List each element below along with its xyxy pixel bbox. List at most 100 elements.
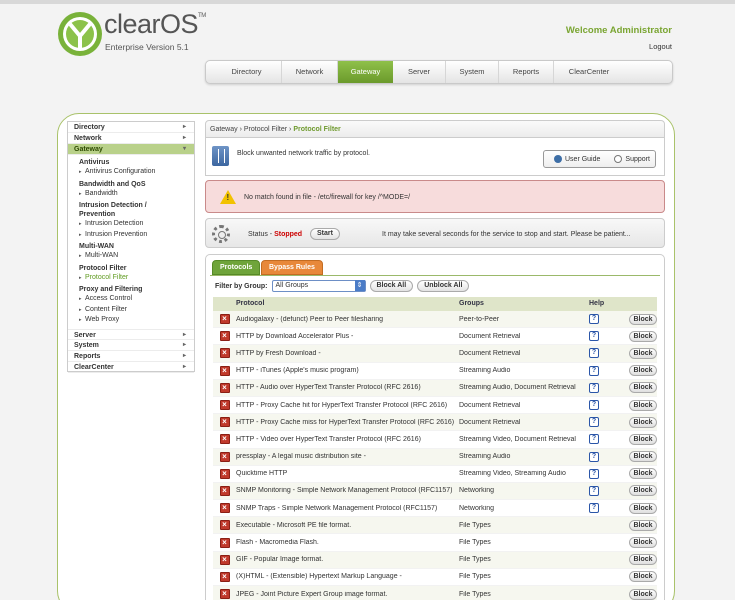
- delete-icon[interactable]: ×: [219, 503, 230, 514]
- sidebar-link-intrusion-prevention[interactable]: Intrusion Prevention: [79, 230, 194, 241]
- unblock-all-button[interactable]: Unblock All: [417, 280, 470, 292]
- user-guide-button[interactable]: User Guide: [554, 155, 600, 163]
- row-groups: File Types: [459, 539, 491, 547]
- nav-system[interactable]: System: [446, 61, 499, 83]
- block-button[interactable]: Block: [629, 468, 657, 480]
- help-icon[interactable]: ?: [589, 451, 599, 462]
- delete-icon[interactable]: ×: [219, 485, 230, 496]
- chevron-right-icon: ▸: [182, 124, 186, 130]
- delete-icon[interactable]: ×: [219, 451, 230, 462]
- nav-reports[interactable]: Reports: [499, 61, 554, 83]
- block-button[interactable]: Block: [629, 571, 657, 583]
- block-button[interactable]: Block: [629, 519, 657, 531]
- block-button[interactable]: Block: [629, 416, 657, 428]
- sidebar-link-protocol-filter[interactable]: Protocol Filter: [79, 273, 194, 284]
- table-row: × HTTP by Download Accelerator Plus - Docu…: [213, 328, 657, 346]
- status-value: Stopped: [274, 231, 303, 238]
- delete-icon[interactable]: ×: [219, 520, 230, 531]
- table-row: × (X)HTML - (Extensible) Hypertext Markup…: [213, 568, 657, 586]
- table-row: × HTTP - Proxy Cache miss for HyperText T…: [213, 414, 657, 432]
- delete-icon[interactable]: ×: [219, 417, 230, 428]
- help-icon[interactable]: ?: [589, 382, 599, 393]
- block-button[interactable]: Block: [629, 451, 657, 463]
- sidebar-link-web-proxy[interactable]: Web Proxy: [79, 315, 194, 326]
- block-button[interactable]: Block: [629, 485, 657, 497]
- sidebar-link-content-filter[interactable]: Content Filter: [79, 305, 194, 316]
- table-row: × HTTP by Fresh Download - Document Retrie…: [213, 345, 657, 363]
- block-button[interactable]: Block: [629, 588, 657, 600]
- block-button[interactable]: Block: [629, 365, 657, 377]
- sidebar-link-bandwidth[interactable]: Bandwidth: [79, 189, 194, 200]
- block-button[interactable]: Block: [629, 313, 657, 325]
- sidebar-item-network[interactable]: Network ▸: [68, 133, 194, 144]
- help-icon[interactable]: ?: [589, 314, 599, 325]
- sidebar-item-gateway[interactable]: Gateway ▾: [68, 144, 194, 155]
- delete-icon[interactable]: ×: [219, 382, 230, 393]
- help-icon[interactable]: ?: [589, 331, 599, 342]
- row-groups: Networking: [459, 504, 495, 512]
- status-label: Status - Stopped: [248, 231, 303, 238]
- block-all-button[interactable]: Block All: [369, 280, 414, 292]
- delete-icon[interactable]: ×: [219, 348, 230, 359]
- edition-label: Enterprise Version 5.1: [105, 42, 189, 52]
- summary-panel: Block unwanted network traffic by protoc…: [205, 138, 665, 176]
- logout-link[interactable]: Logout: [649, 42, 672, 51]
- delete-icon[interactable]: ×: [219, 434, 230, 445]
- help-icon[interactable]: ?: [589, 468, 599, 479]
- block-button[interactable]: Block: [629, 347, 657, 359]
- nav-directory[interactable]: Directory: [212, 61, 282, 83]
- help-icon[interactable]: ?: [589, 365, 599, 376]
- help-icon[interactable]: ?: [589, 417, 599, 428]
- sidebar-item-server[interactable]: Server ▸: [68, 328, 194, 340]
- row-groups: Streaming Video, Streaming Audio: [459, 470, 566, 478]
- delete-icon[interactable]: ×: [219, 589, 230, 600]
- table-row: × SNMP Monitoring - Simple Network Manage…: [213, 482, 657, 501]
- tab-protocols[interactable]: Protocols: [212, 260, 261, 275]
- group-select[interactable]: All Groups: [271, 280, 366, 292]
- sidebar-link-intrusion-detection[interactable]: Intrusion Detection: [79, 219, 194, 230]
- nav-gateway[interactable]: Gateway: [338, 61, 393, 83]
- sidebar-item-reports[interactable]: Reports ▸: [68, 351, 194, 362]
- sidebar-link-multiwan[interactable]: Multi-WAN: [79, 251, 194, 262]
- delete-icon[interactable]: ×: [219, 571, 230, 582]
- block-button[interactable]: Block: [629, 537, 657, 549]
- breadcrumb-protocol-filter[interactable]: Protocol Filter: [244, 126, 287, 133]
- sidebar-item-clearcenter[interactable]: ClearCenter ▸: [68, 362, 194, 373]
- block-button[interactable]: Block: [629, 382, 657, 394]
- block-button[interactable]: Block: [629, 502, 657, 514]
- table-row: × JPEG - Joint Picture Expert Group image…: [213, 586, 657, 600]
- delete-icon[interactable]: ×: [219, 400, 230, 411]
- row-groups: File Types: [459, 521, 491, 529]
- nav-clearcenter[interactable]: ClearCenter: [554, 61, 624, 83]
- sidebar-item-directory[interactable]: Directory ▸: [68, 122, 194, 133]
- help-icon[interactable]: ?: [589, 400, 599, 411]
- protocol-table: Protocol Groups Help × Audiogalaxy - (def…: [213, 297, 657, 600]
- block-button[interactable]: Block: [629, 330, 657, 342]
- nav-network[interactable]: Network: [282, 61, 338, 83]
- header-help: Help: [589, 300, 605, 307]
- start-button[interactable]: Start: [310, 228, 340, 240]
- delete-icon[interactable]: ×: [219, 554, 230, 565]
- block-button[interactable]: Block: [629, 554, 657, 566]
- breadcrumb-gateway[interactable]: Gateway: [210, 126, 238, 133]
- delete-icon[interactable]: ×: [219, 537, 230, 548]
- help-icon[interactable]: ?: [589, 434, 599, 445]
- nav-server[interactable]: Server: [393, 61, 446, 83]
- delete-icon[interactable]: ×: [219, 314, 230, 325]
- warning-icon: [220, 190, 236, 204]
- tab-bypass-rules[interactable]: Bypass Rules: [261, 260, 323, 275]
- support-button[interactable]: Support: [614, 155, 650, 163]
- help-icon[interactable]: ?: [589, 348, 599, 359]
- block-button[interactable]: Block: [629, 433, 657, 445]
- top-bar: [0, 0, 735, 4]
- delete-icon[interactable]: ×: [219, 331, 230, 342]
- delete-icon[interactable]: ×: [219, 365, 230, 376]
- help-icon[interactable]: ?: [589, 485, 599, 496]
- delete-icon[interactable]: ×: [219, 468, 230, 479]
- help-icon[interactable]: ?: [589, 503, 599, 514]
- sidebar-link-access-control[interactable]: Access Control: [79, 294, 194, 305]
- sidebar-link-antivirus-config[interactable]: Antivirus Configuration: [79, 167, 194, 178]
- support-icon: [614, 155, 623, 163]
- sidebar-item-system[interactable]: System ▸: [68, 340, 194, 351]
- block-button[interactable]: Block: [629, 399, 657, 411]
